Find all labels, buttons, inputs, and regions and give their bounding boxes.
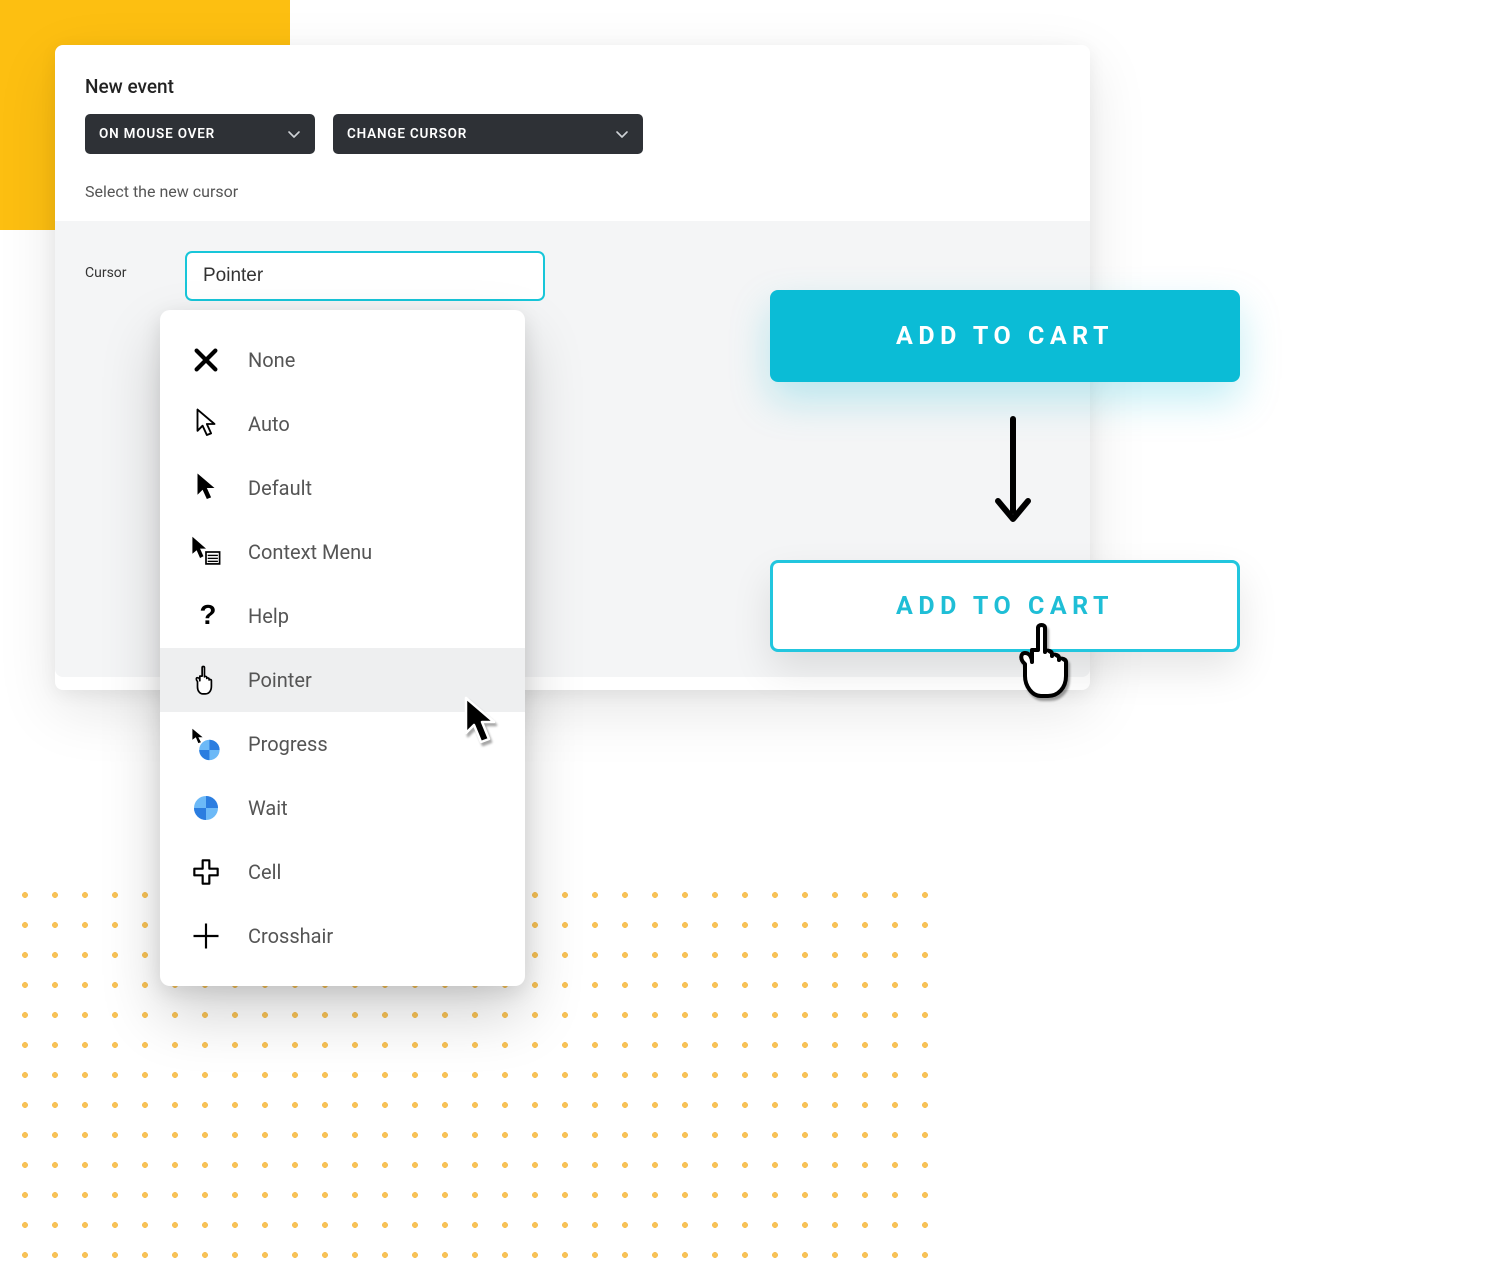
cell-plus-icon — [188, 854, 224, 890]
mouse-cursor-overlay-icon — [460, 695, 500, 747]
context-menu-icon — [188, 534, 224, 570]
dropdown-option-context-menu[interactable]: Context Menu — [160, 520, 525, 584]
help-icon: ? — [188, 598, 224, 634]
trigger-select-label: ON MOUSE OVER — [99, 126, 215, 142]
dropdown-option-default[interactable]: Default — [160, 456, 525, 520]
dropdown-option-wait[interactable]: Wait — [160, 776, 525, 840]
section-subtitle: Select the new cursor — [85, 182, 1060, 201]
dropdown-option-label: Context Menu — [248, 540, 372, 564]
action-select[interactable]: CHANGE CURSOR — [333, 114, 643, 154]
progress-icon — [188, 726, 224, 762]
dropdown-option-label: Crosshair — [248, 924, 333, 948]
dropdown-option-label: Progress — [248, 732, 328, 756]
wait-icon — [188, 790, 224, 826]
preview-button-outline[interactable]: ADD TO CART — [770, 560, 1240, 652]
arrow-down-icon — [990, 415, 1036, 525]
dropdown-option-label: None — [248, 348, 295, 372]
arrow-outline-icon — [188, 406, 224, 442]
svg-text:?: ? — [200, 599, 217, 630]
preview-button-outline-label: ADD TO CART — [896, 592, 1114, 621]
dropdown-option-auto[interactable]: Auto — [160, 392, 525, 456]
dropdown-option-label: Default — [248, 476, 312, 500]
cursor-input[interactable] — [185, 251, 545, 301]
chevron-down-icon — [287, 127, 301, 141]
x-icon — [188, 342, 224, 378]
dropdown-option-cell[interactable]: Cell — [160, 840, 525, 904]
trigger-select[interactable]: ON MOUSE OVER — [85, 114, 315, 154]
action-select-label: CHANGE CURSOR — [347, 126, 467, 142]
panel-title: New event — [85, 75, 1060, 98]
cursor-field-label: Cursor — [85, 251, 155, 637]
dropdown-option-help[interactable]: ? Help — [160, 584, 525, 648]
dropdown-option-none[interactable]: None — [160, 328, 525, 392]
chevron-down-icon — [615, 127, 629, 141]
hand-icon — [188, 662, 224, 698]
crosshair-icon — [188, 918, 224, 954]
preview-button-filled[interactable]: ADD TO CART — [770, 290, 1240, 382]
arrow-solid-icon — [188, 470, 224, 506]
dropdown-option-label: Cell — [248, 860, 281, 884]
dropdown-option-label: Help — [248, 604, 289, 628]
preview-button-filled-label: ADD TO CART — [896, 322, 1114, 351]
dropdown-option-label: Pointer — [248, 668, 312, 692]
dropdown-option-crosshair[interactable]: Crosshair — [160, 904, 525, 968]
pointer-cursor-large-icon — [1010, 620, 1082, 700]
dropdown-option-label: Wait — [248, 796, 288, 820]
dropdown-option-label: Auto — [248, 412, 290, 436]
cursor-dropdown[interactable]: None Auto Default Context Menu ? Help — [160, 310, 525, 986]
